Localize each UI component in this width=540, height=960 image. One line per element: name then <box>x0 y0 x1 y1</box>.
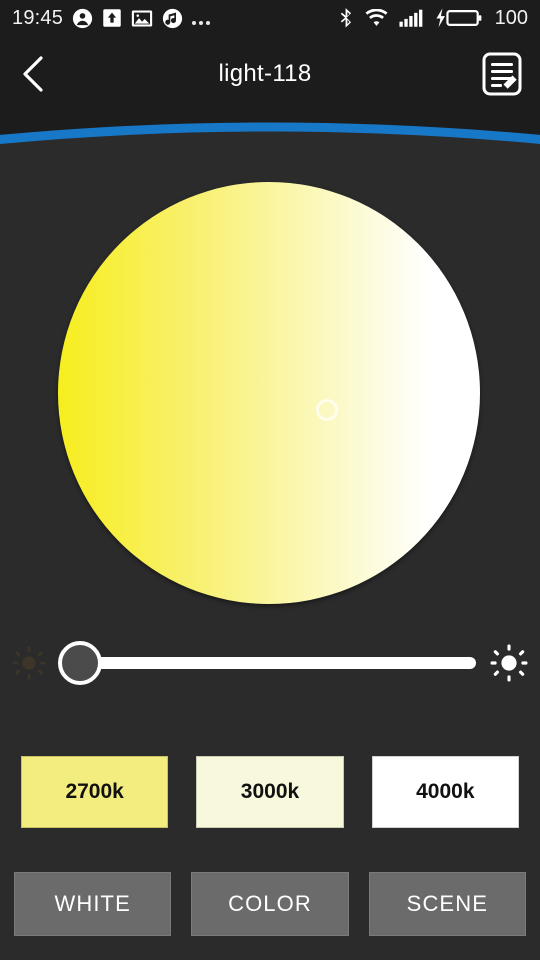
status-bar-right: 100 <box>339 7 528 30</box>
preset-4000k[interactable]: 4000k <box>371 756 519 828</box>
wifi-icon <box>365 8 388 26</box>
title-bar: light-118 <box>0 36 540 112</box>
brightness-thumb[interactable] <box>58 641 102 685</box>
sun-bright-icon <box>478 644 540 682</box>
tab-white-label: WHITE <box>54 891 131 916</box>
temperature-presets: 2700k 3000k 4000k <box>0 756 540 828</box>
preset-2700k[interactable]: 2700k <box>21 756 169 828</box>
chevron-left-icon <box>23 56 43 92</box>
blue-curve-divider <box>0 112 540 152</box>
tab-color-label: COLOR <box>228 891 312 916</box>
brightness-track[interactable] <box>58 632 478 694</box>
status-bar-left: 19:45 <box>12 6 211 30</box>
status-clock: 19:45 <box>12 6 64 29</box>
mode-tabs: WHITE COLOR SCENE <box>0 872 540 936</box>
edit-note-icon <box>482 52 522 96</box>
tab-white[interactable]: WHITE <box>14 872 172 936</box>
tab-scene-label: SCENE <box>406 891 488 916</box>
back-button[interactable] <box>0 36 66 112</box>
sun-dim-icon <box>0 646 58 680</box>
battery-percent: 100 <box>494 6 528 29</box>
contact-icon <box>72 8 93 28</box>
preset-2700k-label: 2700k <box>65 780 124 803</box>
bluetooth-icon <box>340 8 351 28</box>
music-icon <box>162 8 183 28</box>
signal-icon <box>399 9 422 27</box>
tab-scene[interactable]: SCENE <box>368 872 526 936</box>
temperature-handle[interactable] <box>316 399 338 421</box>
status-bar: 19:45 100 <box>0 0 540 36</box>
brightness-slider-row <box>0 632 540 694</box>
tab-color[interactable]: COLOR <box>191 872 349 936</box>
page-title: light-118 <box>218 60 312 87</box>
upload-icon <box>103 9 121 27</box>
brightness-track-fill <box>60 657 476 669</box>
more-icon <box>192 7 211 29</box>
light-control-screen: 19:45 100 light-118 2700k 3000k 4000k WH… <box>0 0 540 960</box>
edit-button[interactable] <box>464 36 540 112</box>
preset-3000k-label: 3000k <box>240 780 300 803</box>
color-temperature-wheel[interactable] <box>58 182 480 604</box>
preset-4000k-label: 4000k <box>416 780 475 803</box>
charging-battery-icon <box>436 8 481 28</box>
image-icon <box>131 9 153 27</box>
preset-3000k[interactable]: 3000k <box>196 756 344 828</box>
